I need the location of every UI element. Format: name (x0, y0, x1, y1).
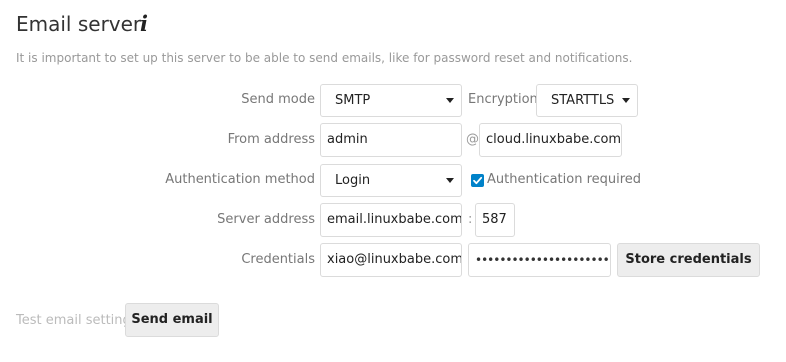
server-port-input[interactable]: 587 (475, 203, 515, 237)
chevron-down-icon (446, 178, 454, 183)
port-separator: : (468, 212, 473, 227)
chevron-down-icon (622, 98, 630, 103)
encryption-value: STARTTLS (551, 93, 615, 108)
username-input[interactable]: xiao@linuxbabe.com (320, 243, 462, 277)
encryption-select[interactable]: STARTTLS (536, 84, 638, 117)
password-input[interactable]: •••••••••••••••••••••••• (468, 243, 611, 277)
auth-required-label: Authentication required (487, 172, 642, 187)
send-mode-select[interactable]: SMTP (320, 84, 462, 117)
server-host-input[interactable]: email.linuxbabe.com (320, 203, 462, 237)
encryption-label: Encryption (468, 92, 538, 107)
auth-method-label: Authentication method (165, 172, 315, 187)
auth-method-select[interactable]: Login (320, 164, 462, 197)
from-user-input[interactable]: admin (320, 123, 462, 157)
server-address-label: Server address (217, 212, 315, 227)
test-email-label: Test email settings (16, 313, 138, 328)
chevron-down-icon (446, 98, 454, 103)
at-separator: @ (466, 132, 479, 147)
from-address-label: From address (227, 132, 315, 147)
store-credentials-button[interactable]: Store credentials (617, 243, 760, 277)
send-mode-value: SMTP (335, 93, 371, 108)
auth-required-checkbox[interactable] (471, 174, 484, 187)
credentials-label: Credentials (241, 252, 315, 267)
from-domain-input[interactable]: cloud.linuxbabe.com (479, 123, 622, 157)
send-email-button[interactable]: Send email (125, 303, 219, 337)
send-mode-label: Send mode (241, 92, 315, 107)
info-icon[interactable]: i (140, 12, 148, 36)
section-description: It is important to set up this server to… (16, 51, 633, 65)
page-title: Email server (16, 12, 142, 36)
auth-method-value: Login (335, 173, 371, 188)
checkmark-icon (473, 176, 483, 185)
